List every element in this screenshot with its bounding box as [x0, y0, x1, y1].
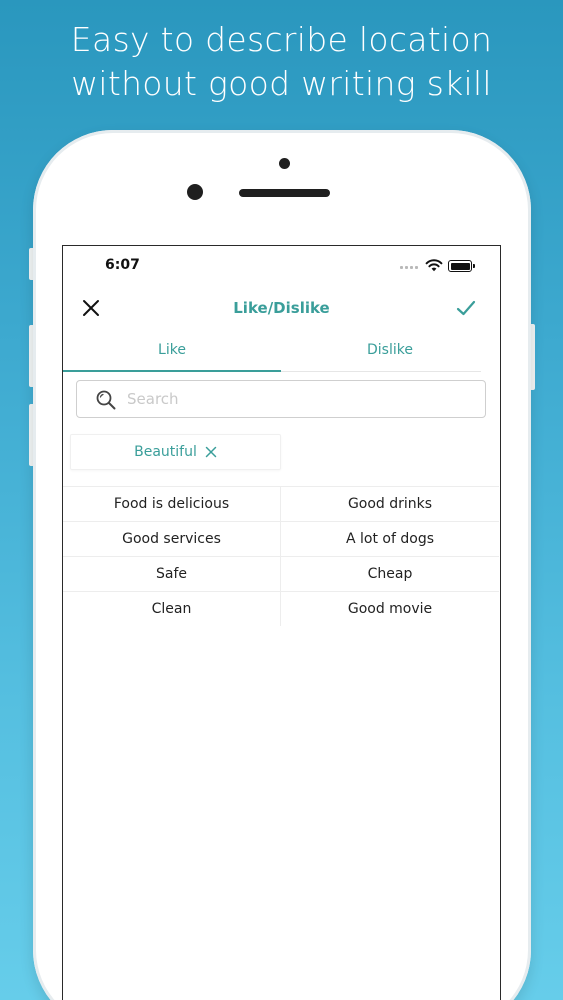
wifi-icon	[425, 259, 443, 272]
option-row: Good services A lot of dogs	[63, 521, 499, 556]
checkmark-icon	[456, 300, 476, 316]
selected-tag-chip: Beautiful	[70, 434, 281, 470]
phone-screen: 6:07 Like/Dislike Like Dislike Search Be…	[62, 245, 501, 1000]
tab-divider	[281, 371, 481, 372]
option-item[interactable]: A lot of dogs	[281, 522, 499, 556]
confirm-button[interactable]	[454, 296, 478, 320]
status-bar: 6:07	[63, 246, 500, 286]
option-item[interactable]: Good movie	[281, 592, 499, 626]
option-row: Safe Cheap	[63, 556, 499, 591]
nav-bar: Like/Dislike	[63, 290, 500, 326]
status-time: 6:07	[105, 257, 140, 273]
headline-line-2: without good writing skill	[71, 64, 492, 103]
option-grid: Food is delicious Good drinks Good servi…	[63, 486, 499, 626]
option-item[interactable]: Good drinks	[281, 487, 499, 521]
option-item[interactable]: Cheap	[281, 557, 499, 591]
battery-icon	[448, 260, 476, 272]
close-icon[interactable]	[205, 446, 217, 458]
option-item[interactable]: Good services	[63, 522, 281, 556]
option-item[interactable]: Food is delicious	[63, 487, 281, 521]
option-item[interactable]: Safe	[63, 557, 281, 591]
option-row: Clean Good movie	[63, 591, 499, 626]
headline-line-1: Easy to describe location	[70, 20, 493, 59]
active-tab-indicator	[63, 370, 281, 372]
signal-icon	[400, 266, 420, 270]
option-row: Food is delicious Good drinks	[63, 486, 499, 521]
selected-tag-label: Beautiful	[134, 444, 197, 460]
tab-dislike-label: Dislike	[367, 342, 413, 358]
search-box[interactable]	[76, 380, 486, 418]
promo-headline: Easy to describe location without good w…	[0, 18, 563, 106]
tab-like[interactable]: Like	[63, 334, 281, 370]
phone-front-camera	[187, 184, 203, 200]
tab-bar: Like Dislike	[63, 334, 500, 370]
page-title: Like/Dislike	[233, 299, 330, 317]
phone-speaker	[239, 189, 330, 197]
phone-sensor	[279, 158, 290, 169]
option-item[interactable]: Clean	[63, 592, 281, 626]
tab-dislike[interactable]: Dislike	[281, 334, 499, 370]
tab-like-label: Like	[158, 342, 186, 358]
search-icon	[96, 390, 116, 410]
search-input[interactable]	[127, 381, 467, 417]
